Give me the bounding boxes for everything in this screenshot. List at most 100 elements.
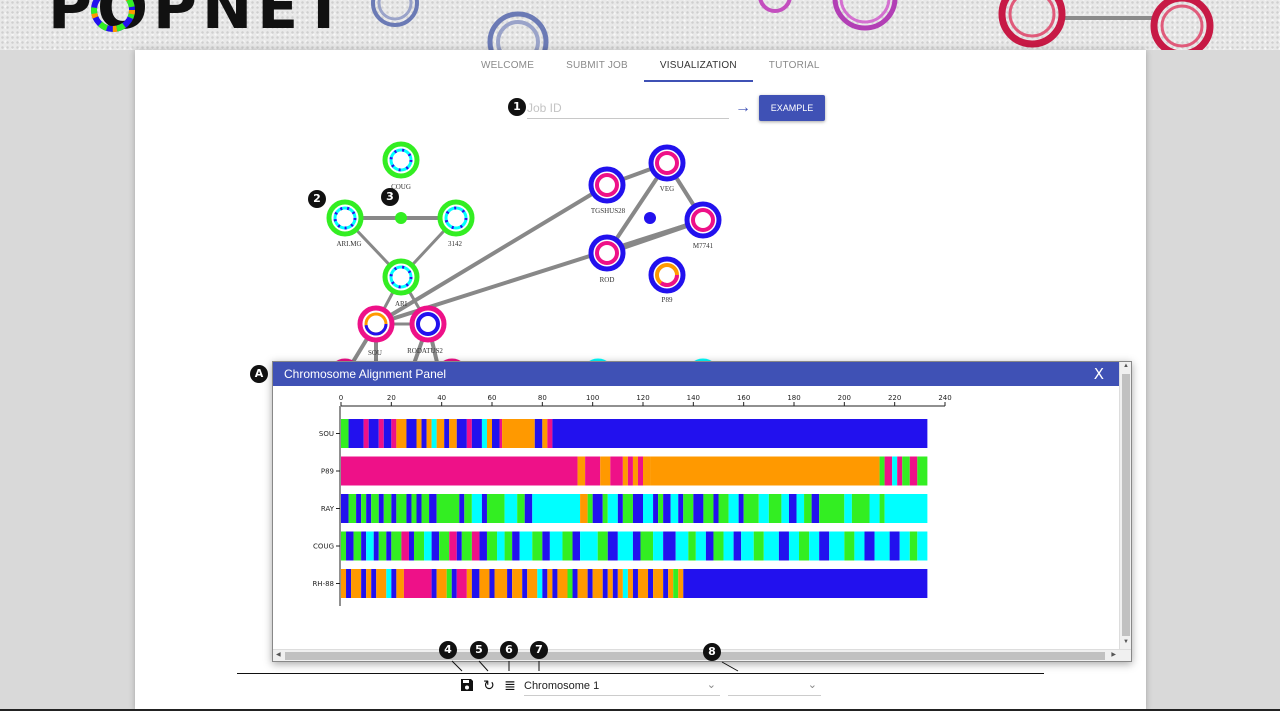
alignment-segment bbox=[733, 531, 742, 561]
alignment-segment bbox=[356, 494, 362, 523]
graph-node-m7741[interactable]: M7741 bbox=[684, 201, 722, 250]
graph-node-rodatus2[interactable]: RODATUS2 bbox=[407, 305, 447, 355]
x-tick-label: 20 bbox=[387, 394, 396, 402]
alignment-segment bbox=[597, 531, 608, 561]
alignment-segment bbox=[627, 456, 633, 486]
alignment-segment bbox=[401, 531, 409, 561]
alignment-segment bbox=[557, 569, 568, 598]
graph-node-p89[interactable]: P89 bbox=[648, 256, 686, 304]
alignment-segment bbox=[512, 569, 523, 598]
alignment-segment bbox=[632, 494, 643, 523]
alignment-segment bbox=[403, 569, 432, 598]
chromosome-alignment-panel: Chromosome Alignment Panel X 0 20 40 60 80 10… bbox=[272, 361, 1132, 662]
alignment-segment bbox=[627, 569, 633, 598]
graph-node-arimg[interactable]: ARI.MG bbox=[326, 199, 364, 248]
x-tick-label: 60 bbox=[488, 394, 497, 402]
alignment-segment bbox=[650, 456, 880, 486]
alignment-segment bbox=[424, 531, 432, 561]
alignment-segment bbox=[351, 569, 362, 598]
alignment-segment bbox=[567, 569, 573, 598]
alignment-segment bbox=[643, 494, 654, 523]
alignment-segment bbox=[723, 531, 734, 561]
alignment-segment bbox=[346, 531, 354, 561]
alignment-segment bbox=[492, 419, 500, 448]
close-icon[interactable]: X bbox=[1094, 365, 1104, 383]
alignment-segment bbox=[718, 494, 729, 523]
alignment-segment bbox=[527, 569, 538, 598]
alignment-segment bbox=[607, 531, 618, 561]
alignment-segment bbox=[879, 456, 885, 486]
alignment-segment bbox=[909, 456, 918, 486]
alignment-segment bbox=[854, 531, 865, 561]
alignment-segment bbox=[683, 569, 928, 598]
alignment-segment bbox=[431, 419, 437, 448]
alignment-segment bbox=[884, 494, 928, 523]
alignment-segment bbox=[600, 456, 611, 486]
x-tick-label: 200 bbox=[838, 394, 851, 402]
node-label: VEG bbox=[660, 185, 674, 193]
alignment-segment bbox=[874, 531, 890, 561]
alignment-segment bbox=[449, 419, 457, 448]
cluster-center-green[interactable] bbox=[395, 212, 407, 224]
alignment-segment bbox=[366, 494, 372, 523]
alignment-segment bbox=[464, 494, 472, 523]
alignment-segment bbox=[368, 419, 379, 448]
alignment-segment bbox=[502, 419, 535, 448]
alignment-segment bbox=[580, 531, 598, 561]
alignment-segment bbox=[383, 419, 392, 448]
callout-badge: 2 bbox=[308, 190, 326, 208]
alignment-segment bbox=[486, 531, 498, 561]
secondary-select[interactable]: ⌄ bbox=[728, 678, 821, 696]
alignment-segment bbox=[869, 494, 880, 523]
graph-node-coug[interactable]: COUG bbox=[382, 141, 420, 191]
alignment-segment bbox=[897, 456, 903, 486]
alignment-segment bbox=[778, 531, 789, 561]
graph-node-veg[interactable]: VEG bbox=[648, 144, 686, 193]
alignment-segment bbox=[632, 569, 638, 598]
list-icon[interactable]: ≣ bbox=[502, 678, 518, 694]
node-label: M7741 bbox=[693, 242, 714, 250]
alignment-segment bbox=[459, 494, 465, 523]
alignment-segment bbox=[481, 494, 487, 523]
alignment-segment bbox=[577, 456, 586, 486]
alignment-segment bbox=[466, 569, 472, 598]
alignment-segment bbox=[479, 569, 490, 598]
node-label: ARI.MG bbox=[336, 240, 361, 248]
alignment-segment bbox=[892, 456, 898, 486]
alignment-segment bbox=[353, 531, 362, 561]
x-tick-label: 160 bbox=[737, 394, 750, 402]
chromosome-select-value: Chromosome 1 bbox=[524, 680, 600, 692]
chromosome-select[interactable]: Chromosome 1 ⌄ bbox=[524, 678, 720, 696]
alignment-segment bbox=[408, 531, 414, 561]
alignment-segment bbox=[648, 569, 654, 598]
alignment-segment bbox=[444, 419, 450, 448]
alignment-segment bbox=[617, 569, 623, 598]
x-tick-label: 0 bbox=[339, 394, 343, 402]
refresh-icon[interactable]: ↻ bbox=[481, 678, 497, 694]
callout-badge: 5 bbox=[470, 641, 488, 659]
y-tick-label: P89 bbox=[321, 468, 334, 476]
alignment-segment bbox=[461, 531, 472, 561]
alignment-segment bbox=[396, 419, 407, 448]
graph-node-rod[interactable]: ROD bbox=[588, 234, 626, 284]
cluster-center-blue[interactable] bbox=[644, 212, 656, 224]
x-tick-label: 240 bbox=[938, 394, 951, 402]
alignment-segment bbox=[663, 531, 676, 561]
alignment-segment bbox=[486, 494, 505, 523]
alignment-segment bbox=[391, 494, 397, 523]
alignment-segment bbox=[622, 494, 633, 523]
x-tick-label: 100 bbox=[586, 394, 599, 402]
callout-badge: 4 bbox=[439, 641, 457, 659]
save-icon[interactable] bbox=[459, 678, 475, 694]
alignment-segment bbox=[449, 531, 457, 561]
vertical-scrollbar[interactable]: ▲ ▼ bbox=[1119, 362, 1131, 650]
graph-node-3142[interactable]: 3142 bbox=[437, 199, 475, 248]
x-tick-label: 40 bbox=[437, 394, 446, 402]
graph-node-sou[interactable]: SOU bbox=[357, 305, 395, 357]
alignment-segment bbox=[587, 569, 593, 598]
alignment-segment bbox=[602, 569, 608, 598]
alignment-segment bbox=[431, 569, 437, 598]
alignment-segment bbox=[658, 494, 664, 523]
graph-node-tgshus28[interactable]: TGSHUS28 bbox=[588, 166, 626, 215]
alignment-segment bbox=[889, 531, 900, 561]
